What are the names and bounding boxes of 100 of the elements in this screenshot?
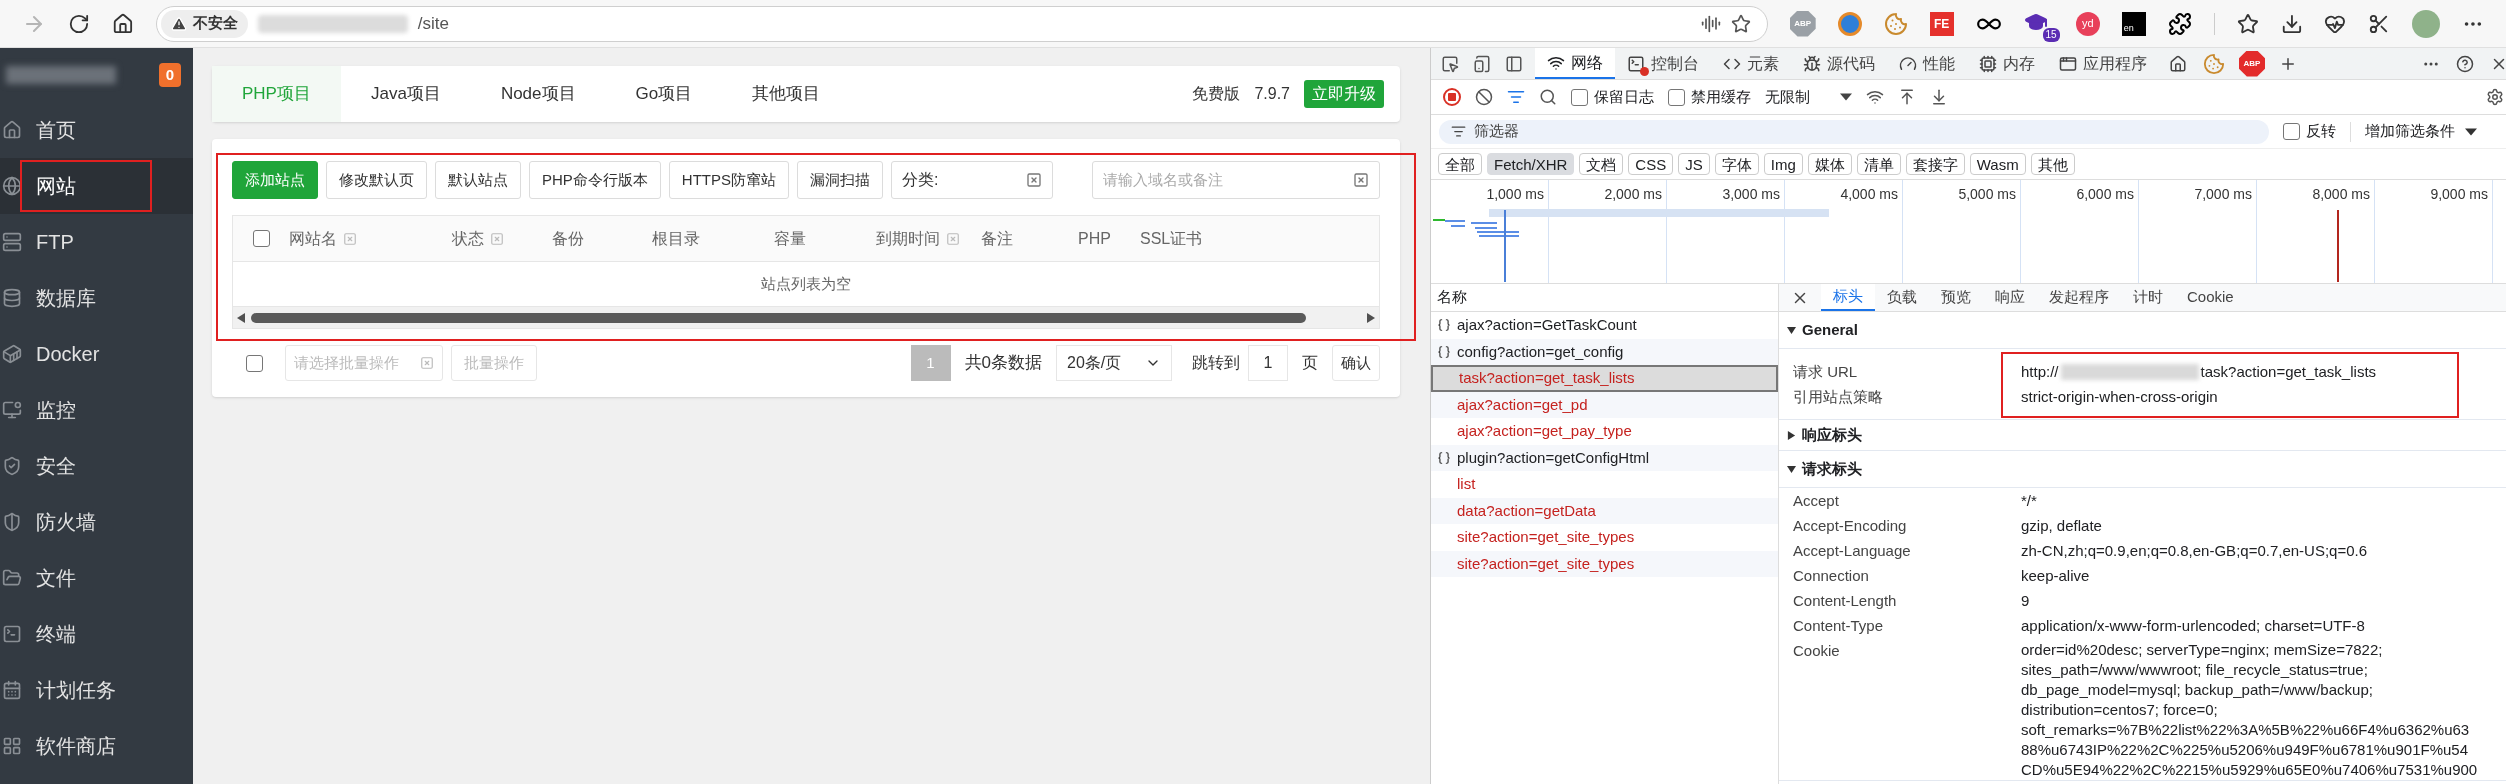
sidebar-item[interactable]: 网站 — [0, 158, 193, 214]
detail-tab[interactable]: 发起程序 — [2037, 284, 2121, 311]
avatar-extension-icon[interactable] — [1837, 11, 1862, 36]
devtools-tab[interactable]: 网络 — [1535, 48, 1615, 79]
section-header[interactable]: 请求标头 — [1779, 451, 2506, 487]
detail-tab[interactable]: 响应 — [1983, 284, 2037, 311]
devtools-tab[interactable]: 应用程序 — [2047, 48, 2159, 79]
filter-chip[interactable]: Fetch/XHR — [1487, 153, 1575, 175]
sidebar-item[interactable]: FTP — [0, 214, 193, 270]
checkbox[interactable] — [2283, 123, 2300, 140]
horizontal-scrollbar[interactable] — [233, 306, 1379, 328]
toolbar-button[interactable]: PHP命令行版本 — [529, 161, 661, 199]
throttle-select[interactable]: 无限制 — [1765, 85, 1852, 109]
detail-tab[interactable]: Cookie — [2175, 284, 2246, 311]
extension-button[interactable]: FE — [1929, 11, 1954, 36]
record-button[interactable] — [1443, 88, 1461, 106]
sidebar-item[interactable]: 防火墙 — [0, 494, 193, 550]
page-size-select[interactable]: 20条/页 — [1056, 345, 1172, 381]
cookie-icon[interactable] — [1883, 11, 1908, 36]
request-row[interactable]: ajax?action=get_pd — [1431, 391, 1778, 418]
favorite-icon[interactable] — [1730, 13, 1751, 34]
filter-chip[interactable]: Img — [1763, 153, 1803, 175]
detail-tab[interactable]: 预览 — [1929, 284, 1983, 311]
checkbox[interactable] — [1571, 88, 1588, 106]
checkbox[interactable] — [246, 354, 263, 372]
help-icon[interactable] — [2456, 54, 2474, 73]
sidebar-item[interactable]: 计划任务 — [0, 662, 193, 718]
filter-chip[interactable]: Wasm — [1969, 153, 2026, 175]
filter-chip[interactable]: 字体 — [1714, 153, 1759, 175]
sidebar-item[interactable]: 安全 — [0, 438, 193, 494]
project-tab[interactable]: 其他项目 — [722, 66, 851, 122]
sidebar-item[interactable]: 首页 — [0, 102, 193, 158]
extension-button[interactable]: yd — [2075, 11, 2100, 36]
filter-settings-icon[interactable] — [1507, 88, 1525, 106]
section-header[interactable]: 响应标头 — [1779, 420, 2506, 450]
devtools-tab[interactable]: 控制台 — [1615, 48, 1711, 79]
clear-icon[interactable] — [1026, 172, 1042, 188]
filter-chip[interactable]: 媒体 — [1807, 153, 1852, 175]
scroll-right-icon[interactable] — [1367, 312, 1375, 323]
page-input[interactable]: 1 — [1248, 345, 1288, 381]
clear-icon[interactable] — [1353, 172, 1369, 188]
sidebar-item[interactable]: 软件商店 — [0, 718, 193, 774]
sidebar-item[interactable]: Docker — [0, 326, 193, 382]
filter-chip[interactable]: 套接字 — [1905, 153, 1965, 175]
detail-tab[interactable]: 计时 — [2121, 284, 2175, 311]
favorites-icon[interactable] — [2236, 12, 2259, 35]
confirm-button[interactable]: 确认 — [1332, 345, 1380, 381]
devtools-tab[interactable]: 内存 — [1967, 48, 2047, 79]
scroll-left-icon[interactable] — [237, 312, 245, 323]
puzzle-icon[interactable] — [2167, 11, 2192, 36]
sidebar-item[interactable]: 终端 — [0, 606, 193, 662]
toolbar-button[interactable]: 漏洞扫描 — [797, 161, 883, 199]
devtools-tab[interactable]: 元素 — [1711, 48, 1791, 79]
filter-chip[interactable]: 清单 — [1856, 153, 1901, 175]
devtools-tab[interactable]: 性能 — [1887, 48, 1967, 79]
extension-tab[interactable]: ABP — [2239, 50, 2265, 77]
toolbar-button[interactable]: 默认站点 — [435, 161, 521, 199]
reload-button[interactable] — [67, 12, 90, 35]
home-button[interactable] — [111, 12, 134, 35]
sidebar-item[interactable]: 监控 — [0, 382, 193, 438]
toolbar-button[interactable]: 修改默认页 — [326, 161, 427, 199]
filter-chip[interactable]: CSS — [1628, 153, 1674, 175]
request-row[interactable]: config?action=get_config — [1431, 338, 1778, 365]
filter-chip[interactable]: 文档 — [1579, 153, 1624, 175]
settings-icon[interactable] — [2486, 88, 2504, 106]
dock-icon[interactable] — [1505, 54, 1523, 73]
sidebar-item[interactable]: 数据库 — [0, 270, 193, 326]
detail-tab[interactable]: 负载 — [1875, 284, 1929, 311]
inspect-icon[interactable] — [1441, 54, 1459, 73]
detail-tab[interactable]: 标头 — [1821, 284, 1875, 311]
checkbox[interactable] — [1668, 88, 1685, 106]
request-row[interactable]: task?action=get_task_lists — [1431, 365, 1778, 392]
security-indicator[interactable]: 不安全 — [160, 9, 248, 38]
checkbox[interactable] — [252, 230, 270, 247]
home-icon[interactable] — [2169, 54, 2187, 73]
read-aloud-icon[interactable] — [1700, 13, 1721, 34]
network-conditions-icon[interactable] — [1866, 88, 1884, 106]
clear-icon[interactable] — [1475, 88, 1493, 106]
project-tab[interactable]: Java项目 — [340, 66, 471, 122]
sidebar-item[interactable]: 文件 — [0, 550, 193, 606]
download-icon[interactable] — [1930, 88, 1948, 106]
upload-icon[interactable] — [1898, 88, 1916, 106]
cookie-icon[interactable] — [2203, 52, 2225, 75]
request-row[interactable]: plugin?action=getConfigHtml — [1431, 444, 1778, 471]
add-filter-dropdown[interactable]: 增加筛选条件 — [2365, 120, 2477, 143]
request-row[interactable]: site?action=get_site_types — [1431, 550, 1778, 577]
address-field[interactable]: 不安全 /site — [155, 5, 1768, 42]
search-icon[interactable] — [1539, 88, 1557, 106]
project-tab[interactable]: Node项目 — [470, 66, 606, 122]
devtools-tab[interactable]: 源代码 — [1791, 48, 1887, 79]
section-header[interactable]: General — [1779, 312, 2506, 348]
device-icon[interactable] — [1473, 54, 1491, 73]
project-tab[interactable]: Go项目 — [605, 66, 723, 122]
filter-chip[interactable]: 其他 — [2030, 153, 2075, 175]
category-select[interactable]: 分类: — [891, 161, 1053, 199]
request-row[interactable]: data?action=getData — [1431, 497, 1778, 524]
toolbar-button[interactable]: HTTPS防窜站 — [668, 161, 789, 199]
download-icon[interactable] — [2280, 12, 2303, 35]
extension-button[interactable]: en — [2121, 11, 2146, 36]
filter-chip[interactable]: JS — [1678, 153, 1710, 175]
